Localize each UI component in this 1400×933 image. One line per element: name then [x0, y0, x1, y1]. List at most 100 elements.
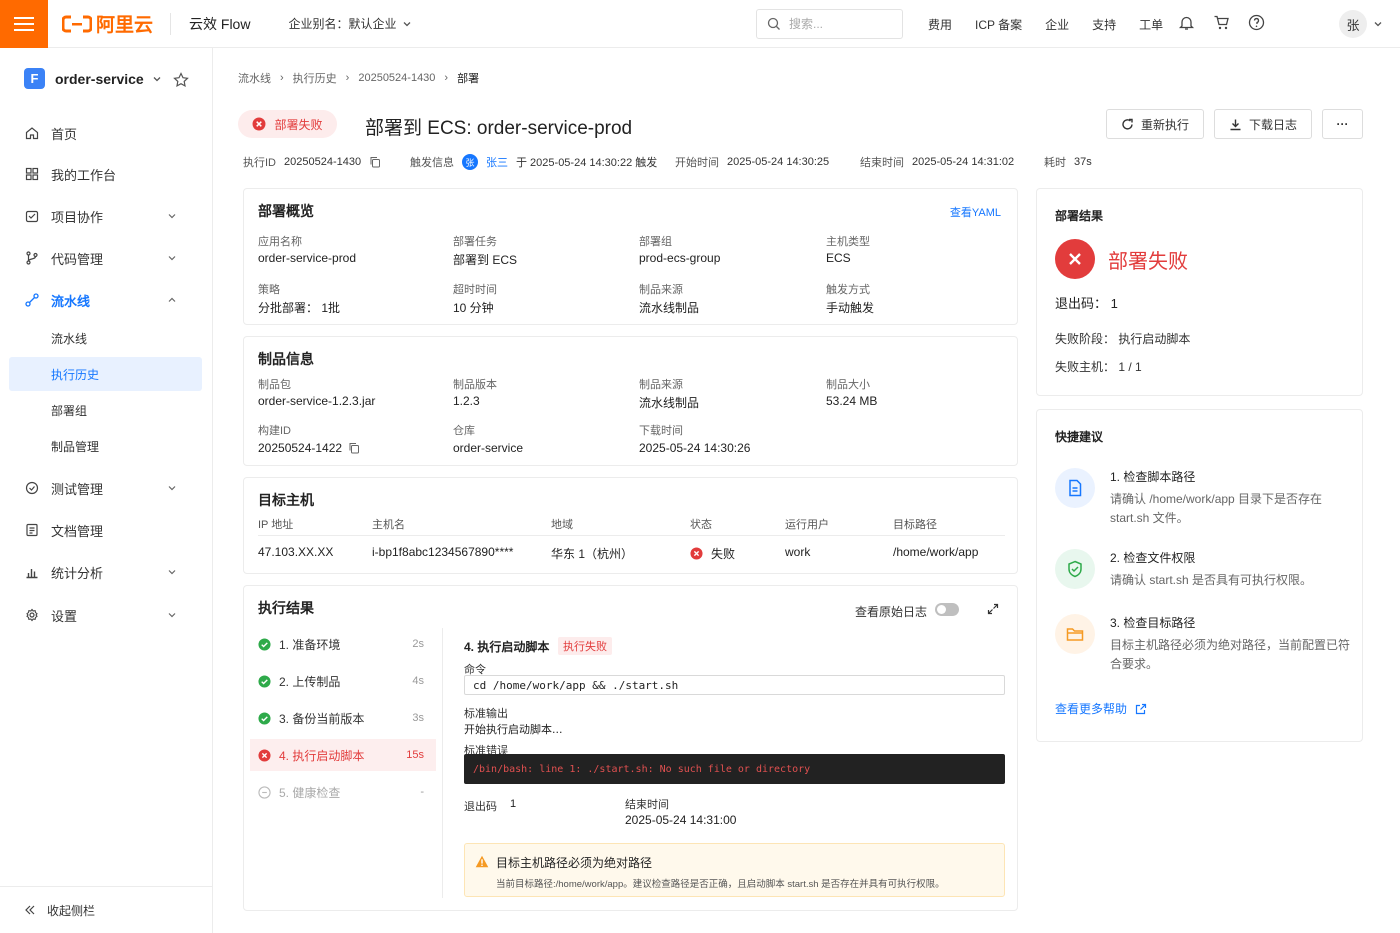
sidebar-item-settings[interactable]: 设置 — [9, 598, 203, 632]
nav-icp[interactable]: ICP 备案 — [975, 16, 1022, 33]
sidebar-item-pipeline[interactable]: 流水线 — [9, 283, 203, 317]
nav-ticket[interactable]: 工单 — [1139, 16, 1163, 33]
column-header: 地域 — [551, 519, 573, 531]
divider — [442, 628, 443, 898]
step-item[interactable]: 1. 准备环境 2s — [250, 628, 436, 660]
chevron-down-icon — [168, 613, 176, 618]
sidebar-item-label: 设置 — [51, 608, 78, 624]
meta-label: 执行ID — [243, 157, 276, 169]
nav-support[interactable]: 支持 — [1092, 16, 1116, 33]
fail-icon — [1055, 239, 1095, 279]
copy-icon[interactable] — [369, 156, 381, 168]
meta-label: 耗时 — [1044, 157, 1066, 169]
download-log-button[interactable]: 下载日志 — [1214, 109, 1312, 139]
star-icon[interactable] — [173, 72, 189, 88]
step-item[interactable]: 5. 健康检查 - — [250, 776, 436, 808]
end-time: 2025-05-24 14:31:02 — [912, 156, 1015, 168]
sidebar-item-code[interactable]: 代码管理 — [9, 241, 203, 275]
column-header: IP 地址 — [258, 519, 294, 531]
field-label: 制品来源 — [639, 284, 683, 296]
result-fail-hosts: 失败主机： 1 / 1 — [1055, 360, 1142, 374]
test-icon — [25, 481, 39, 495]
raw-log-label: 查看原始日志 — [855, 605, 928, 619]
tip-title: 2. 检查文件权限 — [1110, 551, 1196, 565]
card-title: 制品信息 — [258, 351, 314, 367]
sidebar-item-testing[interactable]: 测试管理 — [9, 471, 203, 505]
product-name[interactable]: 云效 Flow — [189, 14, 250, 34]
cart-icon[interactable] — [1213, 14, 1230, 31]
tip-title: 3. 检查目标路径 — [1110, 616, 1196, 630]
sidebar-sub-artifacts[interactable]: 制品管理 — [9, 429, 202, 463]
check-circle-icon — [258, 637, 271, 651]
sidebar: F order-service 首页 我的工作台 项目协作 代码管理 流水线 流… — [0, 48, 213, 933]
sidebar-item-docs[interactable]: 文档管理 — [9, 513, 203, 547]
exit-code-label: 退出码 — [464, 801, 497, 813]
view-yaml-link[interactable]: 查看YAML — [950, 204, 1001, 220]
aliyun-logo[interactable]: 阿里云 — [62, 10, 162, 37]
sidebar-sub-deploy-group[interactable]: 部署组 — [9, 393, 202, 427]
step-duration: 15s — [406, 749, 424, 761]
field-value: 10 分钟 — [453, 301, 494, 315]
nav-billing[interactable]: 费用 — [928, 16, 952, 33]
help-icon[interactable] — [1248, 14, 1265, 31]
cell-user: work — [785, 545, 811, 559]
menu-button[interactable] — [0, 0, 48, 48]
stderr-box: /bin/bash: line 1: ./start.sh: No such f… — [464, 754, 1005, 784]
chevron-down-icon[interactable] — [1373, 19, 1383, 29]
field-value: 53.24 MB — [826, 394, 878, 408]
step-item[interactable]: 3. 备份当前版本 3s — [250, 702, 436, 734]
chevron-up-icon — [168, 297, 176, 302]
sidebar-item-workbench[interactable]: 我的工作台 — [9, 157, 203, 191]
search-box[interactable] — [756, 9, 903, 39]
command-box: cd /home/work/app && ./start.sh — [464, 675, 1005, 695]
field-label: 主机类型 — [826, 236, 870, 248]
expand-icon[interactable] — [987, 603, 999, 615]
sidebar-item-label: 测试管理 — [51, 481, 104, 497]
copy-icon[interactable] — [348, 442, 360, 454]
project-switcher[interactable]: F order-service — [24, 68, 162, 89]
nav-enterprise[interactable]: 企业 — [1045, 16, 1069, 33]
enterprise-alias-dropdown[interactable]: 企业别名：默认企业 — [288, 15, 412, 32]
status-badge: 部署失败 — [238, 110, 337, 138]
step-label: 2. 上传制品 — [279, 674, 341, 689]
step-item-selected[interactable]: 4. 执行启动脚本 15s — [250, 739, 436, 771]
field-value: 手动触发 — [826, 301, 875, 315]
breadcrumb-pipeline[interactable]: 流水线 — [238, 70, 271, 86]
raw-log-toggle[interactable] — [935, 603, 959, 616]
meta-end: 结束时间 2025-05-24 14:31:02 — [860, 154, 1014, 170]
breadcrumb-history[interactable]: 执行历史 — [293, 70, 337, 86]
stdout-text: 开始执行启动脚本... — [464, 723, 563, 736]
rerun-label: 重新执行 — [1140, 117, 1189, 132]
bell-icon[interactable] — [1178, 14, 1195, 31]
breadcrumb-run[interactable]: 20250524-1430 — [358, 72, 435, 84]
exec-id: 20250524-1430 — [284, 156, 362, 168]
external-link-icon — [1135, 703, 1147, 714]
refresh-icon — [1122, 118, 1133, 130]
sidebar-item-analytics[interactable]: 统计分析 — [9, 555, 203, 589]
field-label: 应用名称 — [258, 236, 302, 248]
start-time: 2025-05-24 14:30:25 — [727, 156, 830, 168]
field-label: 触发方式 — [826, 284, 870, 296]
user-avatar[interactable]: 张 — [1339, 10, 1367, 38]
more-help-label: 查看更多帮助 — [1055, 702, 1128, 716]
document-icon — [26, 523, 38, 537]
deploy-overview-card: 部署概览 查看YAML 应用名称 order-service-prod 部署任务… — [243, 188, 1018, 325]
collapse-sidebar-button[interactable]: 收起侧栏 — [0, 886, 212, 933]
field-label: 构建ID — [258, 425, 291, 437]
field-value: 分批部署： 1批 — [258, 301, 341, 315]
field-value: order-service — [453, 441, 524, 455]
rerun-button[interactable]: 重新执行 — [1106, 109, 1204, 139]
sidebar-item-projects[interactable]: 项目协作 — [9, 199, 203, 233]
breadcrumb: 流水线 › 执行历史 › 20250524-1430 › 部署 — [238, 70, 479, 86]
sidebar-sub-history[interactable]: 执行历史 — [9, 357, 202, 391]
step-item[interactable]: 2. 上传制品 4s — [250, 665, 436, 697]
sidebar-sub-pipeline[interactable]: 流水线 — [9, 321, 202, 355]
search-input[interactable] — [789, 17, 889, 31]
chevron-down-icon — [153, 76, 161, 81]
meta-label: 开始时间 — [675, 157, 719, 169]
field-label: 策略 — [258, 284, 280, 296]
more-button[interactable]: ··· — [1322, 109, 1363, 139]
sidebar-item-home[interactable]: 首页 — [9, 116, 203, 150]
trigger-user-link[interactable]: 张三 — [486, 154, 508, 170]
more-help-link[interactable]: 查看更多帮助 — [1055, 700, 1147, 717]
